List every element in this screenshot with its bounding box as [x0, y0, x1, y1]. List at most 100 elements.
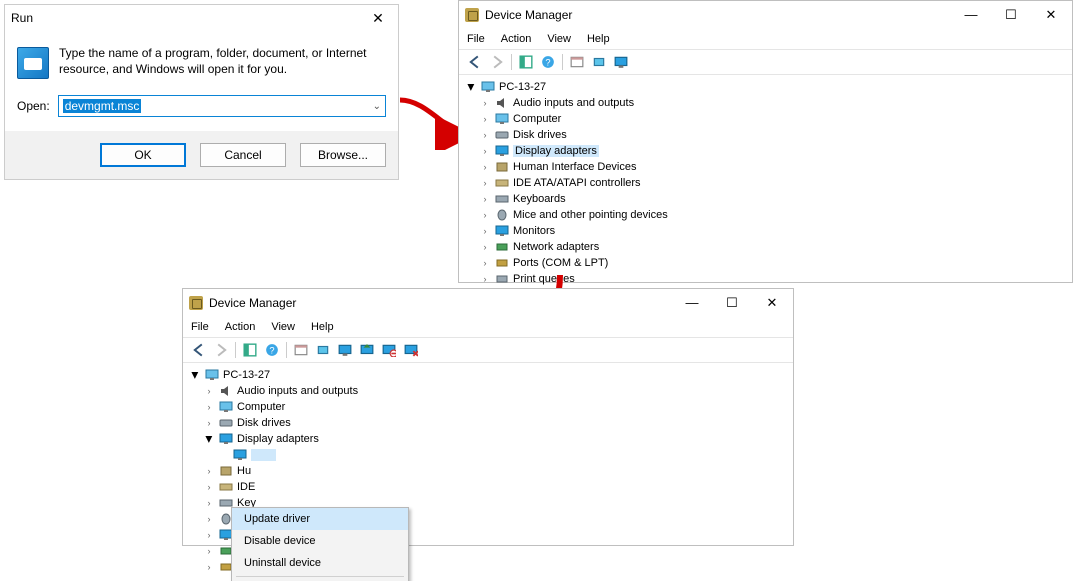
menu-help[interactable]: Help	[587, 33, 610, 45]
maximize-icon[interactable]: ☐	[717, 295, 747, 311]
browse-button[interactable]: Browse...	[300, 143, 386, 167]
close-icon[interactable]: ✕	[364, 10, 392, 27]
ctx-disable-device[interactable]: Disable device	[232, 530, 408, 552]
chevron-right-icon[interactable]: ›	[203, 498, 215, 508]
tree-item-computer[interactable]: ›Computer	[479, 111, 1066, 127]
chevron-right-icon[interactable]: ›	[203, 562, 215, 572]
scan-icon[interactable]	[589, 52, 609, 72]
menu-file[interactable]: File	[191, 321, 209, 333]
maximize-icon[interactable]: ☐	[996, 7, 1026, 23]
tree-item-printqueues[interactable]: ›Print queues	[479, 271, 1066, 287]
show-hide-icon[interactable]	[516, 52, 536, 72]
chevron-right-icon[interactable]: ›	[203, 418, 215, 428]
tree-item-ports[interactable]: ›Ports (COM & LPT)	[479, 255, 1066, 271]
chevron-down-icon[interactable]: ▶	[204, 433, 215, 445]
back-icon[interactable]	[465, 52, 485, 72]
tree-item-hid-partial[interactable]: ›Hu	[203, 463, 787, 479]
help-icon[interactable]: ?	[262, 340, 282, 360]
dm2-titlebar: Device Manager — ☐ ✕	[183, 289, 793, 317]
show-hide-icon[interactable]	[240, 340, 260, 360]
properties-icon[interactable]	[291, 340, 311, 360]
close-icon[interactable]: ✕	[1036, 7, 1066, 23]
menu-help[interactable]: Help	[311, 321, 334, 333]
tree-item-display-adapters[interactable]: › Display adapters	[479, 143, 1066, 159]
run-body: Type the name of a program, folder, docu…	[5, 31, 398, 89]
tree-item-computer[interactable]: ›Computer	[203, 399, 787, 415]
forward-icon[interactable]	[211, 340, 231, 360]
port-icon	[495, 257, 509, 269]
monitor-icon	[495, 225, 509, 237]
chevron-right-icon[interactable]: ›	[479, 274, 491, 284]
chevron-right-icon[interactable]: ›	[479, 210, 491, 220]
menu-action[interactable]: Action	[501, 33, 532, 45]
minimize-icon[interactable]: —	[956, 7, 986, 23]
dm1-toolbar: ?	[459, 49, 1072, 75]
tree-item-ide[interactable]: ›IDE ATA/ATAPI controllers	[479, 175, 1066, 191]
scan-icon[interactable]	[313, 340, 333, 360]
ctx-uninstall-device[interactable]: Uninstall device	[232, 552, 408, 574]
context-menu: Update driver Disable device Uninstall d…	[231, 507, 409, 581]
chevron-right-icon[interactable]: ›	[479, 258, 491, 268]
tree-root[interactable]: ▶PC-13-27	[465, 79, 1066, 95]
chevron-right-icon[interactable]: ›	[203, 386, 215, 396]
tree-item-display-adapters-expanded[interactable]: ▶Display adapters	[203, 431, 787, 447]
chevron-right-icon[interactable]: ›	[203, 402, 215, 412]
chevron-right-icon[interactable]: ›	[479, 146, 491, 156]
tree-item-disk[interactable]: ›Disk drives	[479, 127, 1066, 143]
chevron-right-icon[interactable]: ›	[203, 514, 215, 524]
chevron-right-icon[interactable]: ›	[479, 226, 491, 236]
forward-icon[interactable]	[487, 52, 507, 72]
monitor-icon[interactable]	[335, 340, 355, 360]
tree-item-display-child[interactable]	[217, 447, 787, 463]
chevron-right-icon[interactable]: ›	[479, 114, 491, 124]
minimize-icon[interactable]: —	[677, 295, 707, 311]
tree-root[interactable]: ▶PC-13-27	[189, 367, 787, 383]
chevron-right-icon[interactable]: ›	[479, 98, 491, 108]
open-input[interactable]: devmgmt.msc ⌄	[58, 95, 386, 117]
cancel-button[interactable]: Cancel	[200, 143, 286, 167]
chevron-right-icon[interactable]: ›	[203, 466, 215, 476]
help-icon[interactable]: ?	[538, 52, 558, 72]
tree-item-audio[interactable]: ›Audio inputs and outputs	[479, 95, 1066, 111]
update-driver-icon[interactable]	[357, 340, 377, 360]
chevron-right-icon[interactable]: ›	[479, 130, 491, 140]
chevron-right-icon[interactable]: ›	[203, 530, 215, 540]
disable-device-icon[interactable]	[379, 340, 399, 360]
tree-item-ide-partial[interactable]: ›IDE	[203, 479, 787, 495]
display-icon	[233, 449, 247, 461]
chevron-right-icon[interactable]: ›	[479, 178, 491, 188]
close-icon[interactable]: ✕	[757, 295, 787, 311]
display-icon	[495, 145, 509, 157]
chevron-right-icon[interactable]: ›	[479, 242, 491, 252]
tree-item-label: Human Interface Devices	[513, 161, 637, 173]
back-icon[interactable]	[189, 340, 209, 360]
ctx-update-driver[interactable]: Update driver	[232, 508, 408, 530]
menu-view[interactable]: View	[547, 33, 571, 45]
tree-item-audio[interactable]: ›Audio inputs and outputs	[203, 383, 787, 399]
menu-file[interactable]: File	[467, 33, 485, 45]
tree-item-disk[interactable]: ›Disk drives	[203, 415, 787, 431]
chevron-right-icon[interactable]: ›	[203, 482, 215, 492]
chevron-right-icon[interactable]: ›	[479, 162, 491, 172]
tree-item-monitors[interactable]: › Monitors	[479, 223, 1066, 239]
run-description: Type the name of a program, folder, docu…	[59, 45, 386, 79]
speaker-icon	[495, 97, 509, 109]
tree-item-label: Network adapters	[513, 241, 599, 253]
tree-item-label-selected: Display adapters	[513, 145, 599, 157]
tree-item-network[interactable]: › Network adapters	[479, 239, 1066, 255]
chevron-down-icon[interactable]: ⌄	[373, 101, 381, 112]
run-titlebar: Run ✕	[5, 5, 398, 31]
chevron-down-icon[interactable]: ▶	[466, 81, 477, 93]
ok-button[interactable]: OK	[100, 143, 186, 167]
tree-item-keyboards[interactable]: ›Keyboards	[479, 191, 1066, 207]
chevron-right-icon[interactable]: ›	[479, 194, 491, 204]
tree-item-hid[interactable]: › Human Interface Devices	[479, 159, 1066, 175]
chevron-down-icon[interactable]: ▶	[190, 369, 201, 381]
properties-icon[interactable]	[567, 52, 587, 72]
menu-view[interactable]: View	[271, 321, 295, 333]
tree-item-label: Monitors	[513, 225, 555, 237]
monitor-icon[interactable]	[611, 52, 631, 72]
tree-item-mice[interactable]: ›Mice and other pointing devices	[479, 207, 1066, 223]
uninstall-device-icon[interactable]	[401, 340, 421, 360]
menu-action[interactable]: Action	[225, 321, 256, 333]
